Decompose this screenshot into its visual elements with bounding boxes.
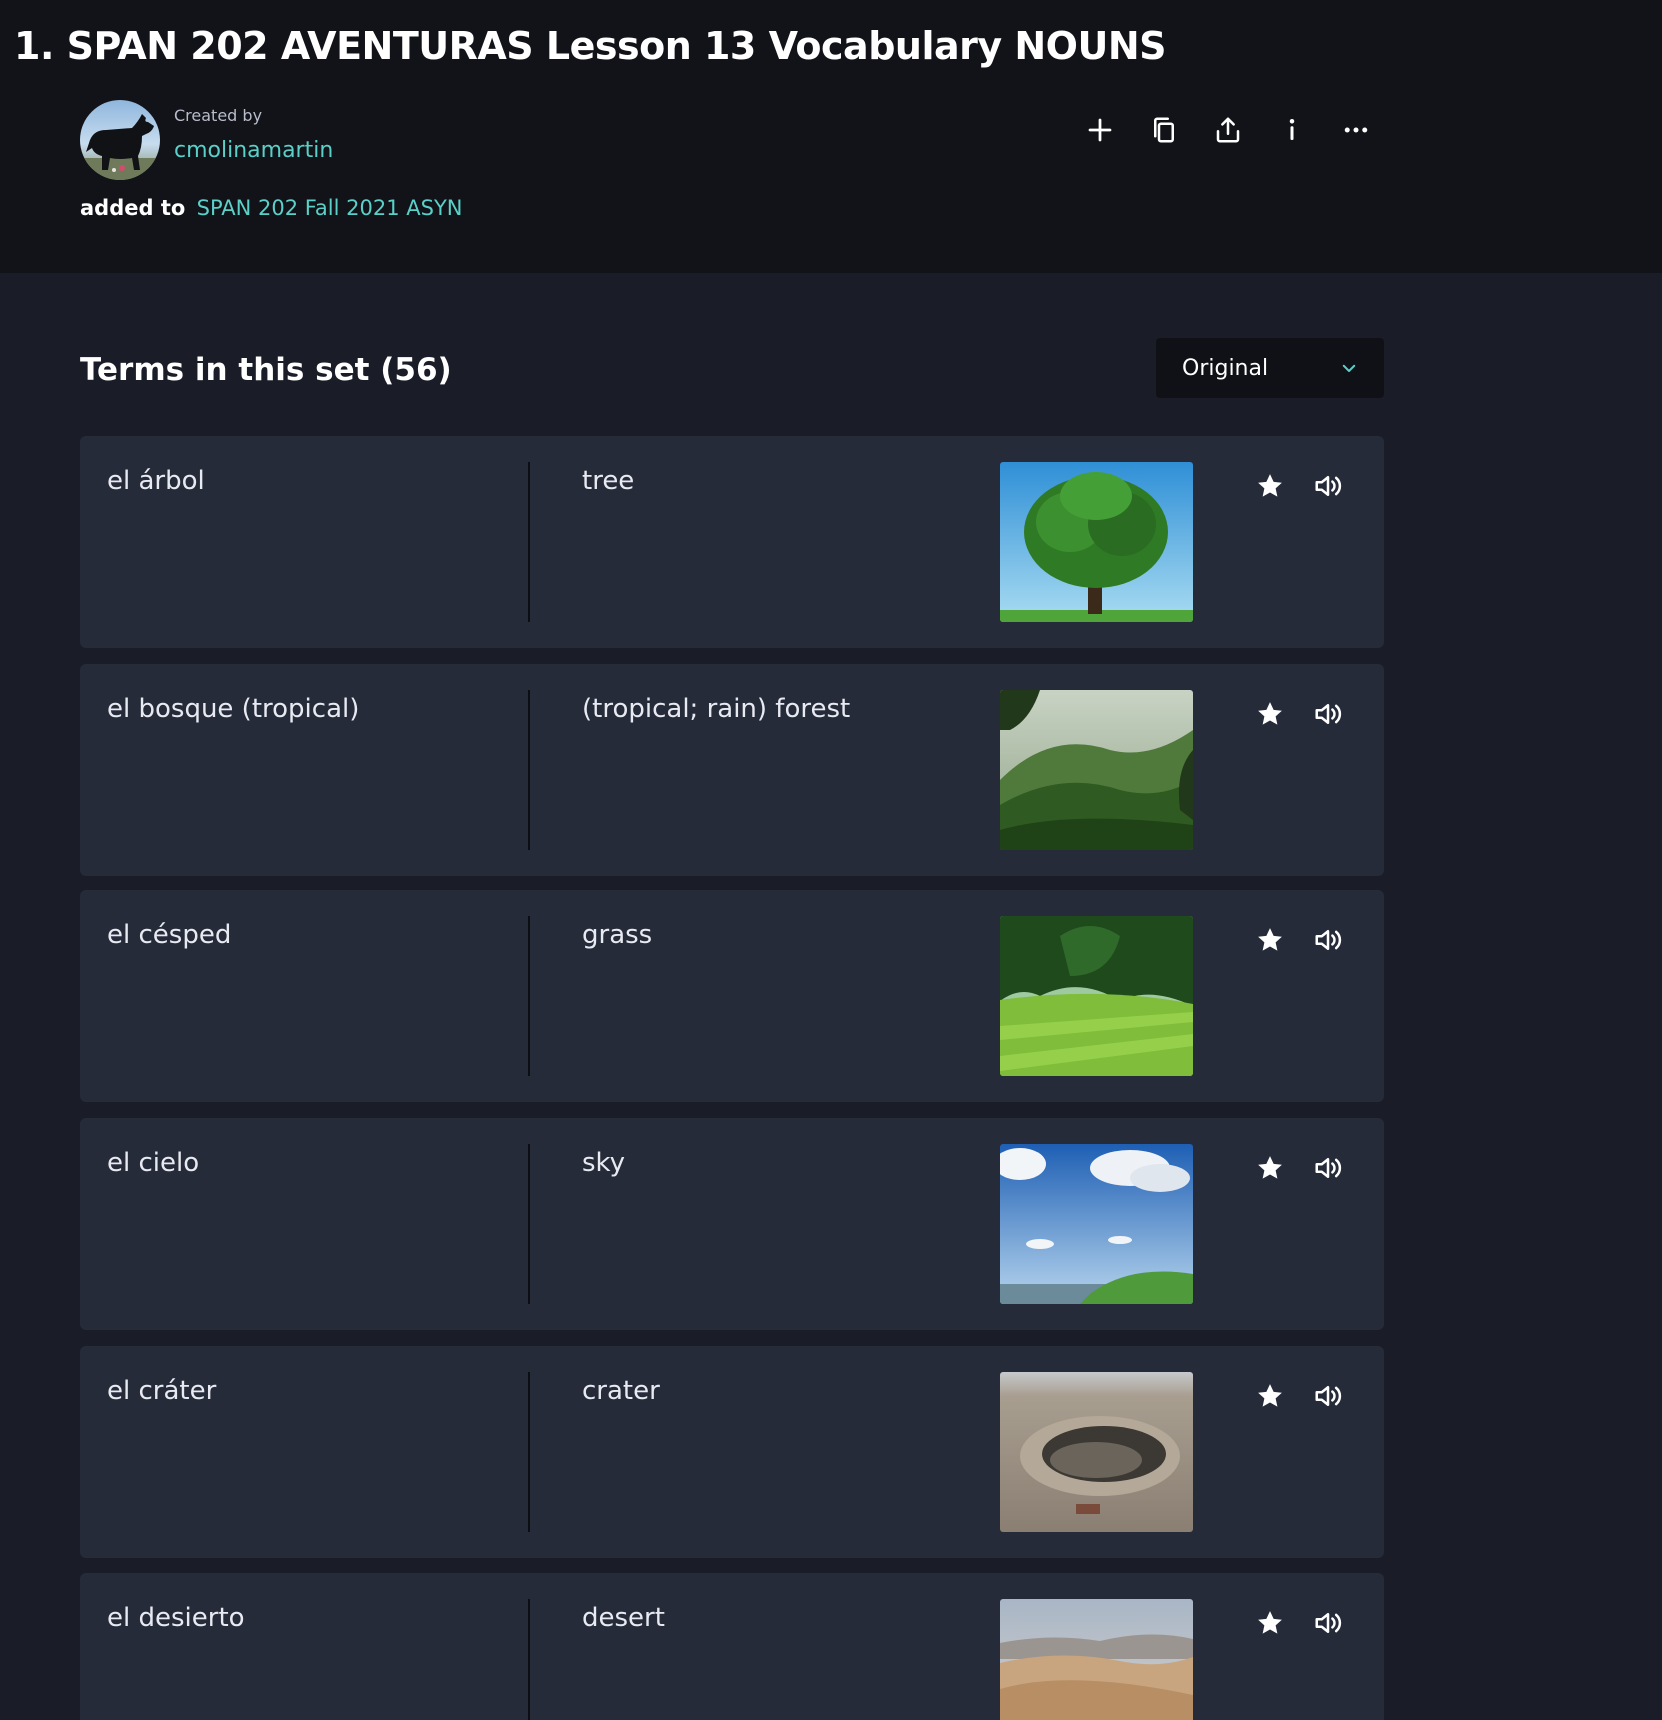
speaker-icon	[1315, 1613, 1342, 1633]
audio-button[interactable]	[1308, 1148, 1348, 1188]
sort-value: Original	[1182, 355, 1269, 381]
set-title: 1. SPAN 202 AVENTURAS Lesson 13 Vocabula…	[14, 24, 1167, 68]
star-icon	[1258, 702, 1282, 725]
term-divider	[528, 690, 530, 850]
audio-button[interactable]	[1308, 1376, 1348, 1416]
added-to-line: added to SPAN 202 Fall 2021 ASYN	[80, 196, 462, 220]
term-image-sky[interactable]	[1000, 1144, 1193, 1304]
copy-icon	[1154, 117, 1174, 143]
term-image-forest[interactable]	[1000, 690, 1193, 850]
term-card: el cráter crater	[80, 1346, 1384, 1558]
term-card: el bosque (tropical) (tropical; rain) fo…	[80, 664, 1384, 876]
term-divider	[528, 462, 530, 622]
term-image-grass[interactable]	[1000, 916, 1193, 1076]
term-word: el cráter	[107, 1376, 217, 1406]
star-icon	[1258, 928, 1282, 951]
star-icon	[1258, 1611, 1282, 1634]
speaker-icon	[1315, 704, 1342, 724]
audio-button[interactable]	[1308, 694, 1348, 734]
folder-link[interactable]: SPAN 202 Fall 2021 ASYN	[197, 196, 463, 220]
term-card: el cielo sky	[80, 1118, 1384, 1330]
star-icon	[1258, 1384, 1282, 1407]
term-divider	[528, 1144, 530, 1304]
page: 1. SPAN 202 AVENTURAS Lesson 13 Vocabula…	[0, 0, 1662, 1720]
set-actions-toolbar	[1080, 110, 1376, 150]
avatar[interactable]	[80, 100, 160, 180]
audio-button[interactable]	[1308, 920, 1348, 960]
info-button[interactable]	[1272, 110, 1312, 150]
share-button[interactable]	[1208, 110, 1248, 150]
term-card: el césped grass	[80, 890, 1384, 1102]
star-button[interactable]	[1250, 920, 1290, 960]
term-image-crater[interactable]	[1000, 1372, 1193, 1532]
created-by-label: Created by	[174, 106, 263, 125]
copy-set-button[interactable]	[1144, 110, 1184, 150]
plus-icon	[1088, 118, 1112, 142]
term-card: el árbol tree	[80, 436, 1384, 648]
term-definition: crater	[582, 1376, 660, 1406]
creator-link[interactable]: cmolinamartin	[174, 138, 333, 163]
term-definition: sky	[582, 1148, 626, 1178]
term-image-desert[interactable]	[1000, 1599, 1193, 1720]
term-word: el césped	[107, 920, 232, 950]
term-definition: desert	[582, 1603, 665, 1633]
speaker-icon	[1315, 1158, 1342, 1178]
term-definition: (tropical; rain) forest	[582, 694, 851, 724]
added-to-label: added to	[80, 196, 186, 220]
chevron-down-icon	[1342, 364, 1356, 372]
terms-header: Terms in this set (56) Original	[80, 338, 1384, 400]
more-options-button[interactable]	[1336, 110, 1376, 150]
audio-button[interactable]	[1308, 1603, 1348, 1643]
term-divider	[528, 916, 530, 1076]
term-image-tree[interactable]	[1000, 462, 1193, 622]
star-button[interactable]	[1250, 1148, 1290, 1188]
speaker-icon	[1315, 930, 1342, 950]
more-icon	[1344, 127, 1368, 133]
term-word: el árbol	[107, 466, 205, 496]
add-to-folder-button[interactable]	[1080, 110, 1120, 150]
term-definition: tree	[582, 466, 635, 496]
speaker-icon	[1315, 476, 1342, 496]
speaker-icon	[1315, 1386, 1342, 1406]
term-word: el desierto	[107, 1603, 245, 1633]
star-button[interactable]	[1250, 1376, 1290, 1416]
terms-title: Terms in this set (56)	[80, 352, 452, 388]
term-definition: grass	[582, 920, 653, 950]
sort-dropdown[interactable]: Original	[1156, 338, 1384, 398]
star-button[interactable]	[1250, 1603, 1290, 1643]
info-icon	[1289, 119, 1295, 140]
bull-silhouette-icon	[80, 114, 160, 180]
audio-button[interactable]	[1308, 466, 1348, 506]
term-card: el desierto desert	[80, 1573, 1384, 1720]
share-icon	[1216, 117, 1240, 143]
title-bar: 1. SPAN 202 AVENTURAS Lesson 13 Vocabula…	[0, 0, 1662, 101]
creator-section: Created by cmolinamartin added to SPAN 2…	[0, 100, 1662, 273]
term-divider	[528, 1372, 530, 1532]
star-icon	[1258, 1156, 1282, 1179]
star-icon	[1258, 474, 1282, 497]
term-divider	[528, 1599, 530, 1720]
star-button[interactable]	[1250, 466, 1290, 506]
star-button[interactable]	[1250, 694, 1290, 734]
term-word: el cielo	[107, 1148, 200, 1178]
term-word: el bosque (tropical)	[107, 694, 360, 724]
